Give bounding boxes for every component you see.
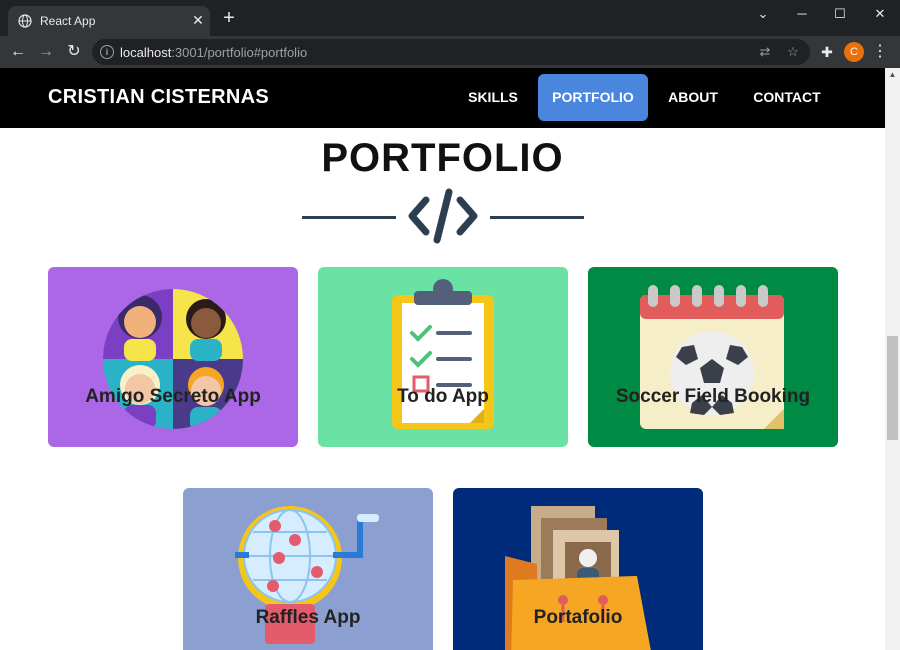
close-window-icon[interactable]: ✕: [860, 0, 900, 28]
code-brackets-icon: [408, 188, 478, 244]
back-arrow-icon[interactable]: ←: [6, 40, 30, 64]
bookmark-star-icon[interactable]: ☆: [784, 43, 802, 61]
address-bar[interactable]: i localhost:3001/portfolio#portfolio ⇄ ☆: [92, 39, 810, 65]
project-title: Soccer Field Booking: [615, 386, 811, 407]
section-title: PORTFOLIO: [321, 136, 564, 180]
translate-icon[interactable]: ⇄: [756, 43, 774, 61]
project-card-portafolio[interactable]: Portafolio: [453, 488, 703, 650]
project-title: Raffles App: [255, 607, 361, 628]
browser-toolbar: ← → ↻ i localhost:3001/portfolio#portfol…: [0, 36, 900, 68]
minimize-icon[interactable]: ─: [782, 0, 822, 28]
divider-right: [490, 216, 584, 219]
new-tab-icon[interactable]: +: [218, 8, 240, 30]
site-info-icon[interactable]: i: [100, 45, 114, 59]
clipboard-checklist-icon: [318, 267, 568, 447]
nav-contact[interactable]: CONTACT: [740, 74, 834, 121]
project-card-raffles[interactable]: Raffles App: [183, 488, 433, 650]
divider-left: [302, 216, 396, 219]
vertical-scrollbar[interactable]: ▲: [885, 68, 900, 650]
project-card-todo[interactable]: To do App: [318, 267, 568, 447]
site-navbar: CRISTIAN CISTERNAS SKILLS PORTFOLIO ABOU…: [0, 68, 885, 128]
globe-icon: [18, 14, 32, 28]
more-menu-icon[interactable]: ⋮: [872, 42, 888, 62]
profile-avatar[interactable]: C: [844, 42, 864, 62]
nav-portfolio[interactable]: PORTFOLIO: [538, 74, 648, 121]
url-text[interactable]: localhost:3001/portfolio#portfolio: [120, 45, 307, 60]
nav-about[interactable]: ABOUT: [656, 74, 730, 121]
scroll-thumb[interactable]: [887, 336, 898, 440]
close-tab-icon[interactable]: ✕: [190, 11, 206, 29]
project-card-amigo-secreto[interactable]: Amigo Secreto App: [48, 267, 298, 447]
browser-tab-strip: React App ✕ + ⌄ ─ ☐ ✕: [0, 0, 900, 36]
nav-skills[interactable]: SKILLS: [456, 74, 530, 121]
scroll-up-arrow-icon[interactable]: ▲: [888, 70, 897, 79]
extensions-icon[interactable]: ✚: [817, 42, 837, 62]
project-card-soccer-booking[interactable]: Soccer Field Booking: [588, 267, 838, 447]
project-title: To do App: [397, 386, 489, 407]
calendar-soccer-ball-icon: [588, 267, 838, 447]
project-title: Amigo Secreto App: [85, 386, 261, 407]
site-brand[interactable]: CRISTIAN CISTERNAS: [48, 86, 269, 109]
maximize-icon[interactable]: ☐: [820, 0, 860, 28]
page-viewport: CRISTIAN CISTERNAS SKILLS PORTFOLIO ABOU…: [0, 68, 885, 650]
people-group-icon: [48, 267, 298, 447]
reload-icon[interactable]: ↻: [62, 40, 86, 64]
project-title: Portafolio: [533, 607, 623, 628]
forward-arrow-icon[interactable]: →: [34, 40, 58, 64]
chevron-down-icon[interactable]: ⌄: [743, 0, 783, 28]
browser-tab[interactable]: React App ✕: [8, 6, 210, 36]
tab-title: React App: [40, 14, 96, 28]
